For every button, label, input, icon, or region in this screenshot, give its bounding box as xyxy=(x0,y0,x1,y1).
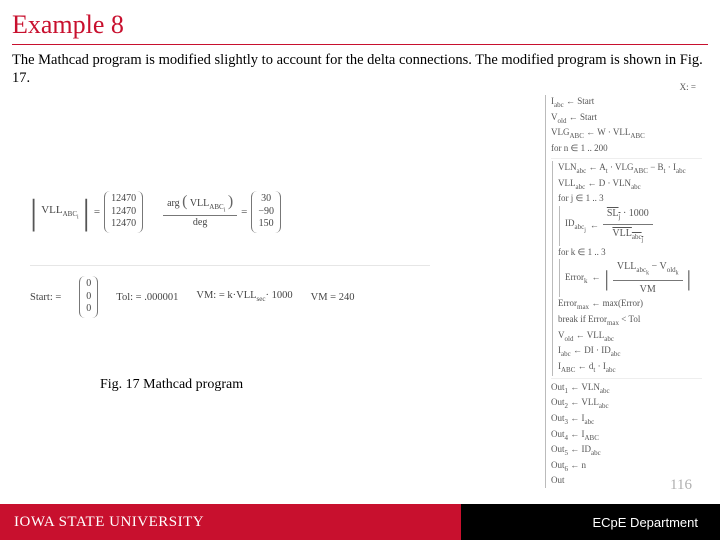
prog-line: Out2 ← VLLabc xyxy=(551,396,702,412)
prog-line: Errormax ← max(Error) xyxy=(558,297,702,313)
page-number: 116 xyxy=(670,477,692,494)
prog-line: for n ∈ 1 .. 200 xyxy=(551,142,702,156)
tol: Tol: = .000001 xyxy=(116,292,178,303)
prog-line: break if Errormax < Tol xyxy=(558,313,702,329)
figure-area: | VLLABCi | = 12470 12470 12470 arg ( VL… xyxy=(0,91,720,471)
prog-line: Vold ← Start xyxy=(551,111,702,127)
figure-caption: Fig. 17 Mathcad program xyxy=(100,377,243,393)
prog-line: VLLabc ← D · VLNabc xyxy=(558,177,702,193)
prog-line: Out1 ← VLNabc xyxy=(551,381,702,397)
prog-line: for j ∈ 1 .. 3 xyxy=(558,192,702,206)
prog-line: Iabc ← DI · IDabc xyxy=(558,344,702,360)
equals-1: = xyxy=(94,206,100,218)
start-tol-vm-row: Start: = 0 0 0 Tol: = .000001 VM: = k·VL… xyxy=(30,276,354,318)
start-vector: 0 0 0 xyxy=(79,276,98,318)
prog-line: Out3 ← Iabc xyxy=(551,412,702,428)
mathcad-program: X: = Iabc ← Start Vold ← Start VLGABC ← … xyxy=(544,81,702,488)
prog-line: Out5 ← IDabc xyxy=(551,443,702,459)
title-underline xyxy=(12,44,708,45)
prog-line: Out4 ← IABC xyxy=(551,428,702,444)
vll-magnitude-vector: 12470 12470 12470 xyxy=(104,191,143,233)
prog-line: Out6 ← n xyxy=(551,459,702,475)
vll-angle-vector: 30 −90 150 xyxy=(251,191,281,233)
prog-line: IDabcj ← SLj · 1000 VLLabcj xyxy=(565,206,702,245)
prog-line: VLNabc ← At · VLGABC − Bt · Iabc xyxy=(558,161,702,177)
prog-line: Iabc ← Start xyxy=(551,95,702,111)
vll-label: VLLABCi xyxy=(41,204,78,221)
prog-line: Errork ← | VLLabck − Voldk VM | xyxy=(565,259,702,297)
prog-line: IABC ← dt · Iabc xyxy=(558,360,702,376)
equation-vll: | VLLABCi | = 12470 12470 12470 arg ( VL… xyxy=(30,191,281,233)
prog-line: Vold ← VLLabc xyxy=(558,329,702,345)
slide-title: Example 8 xyxy=(0,0,720,44)
equals-2: = xyxy=(241,206,247,218)
vm-expr: VM: = k·VLLsec· 1000 xyxy=(196,290,292,303)
prog-header: X: = xyxy=(544,81,702,95)
footer: IOWA STATE UNIVERSITY ECpE Department xyxy=(0,504,720,540)
start-label: Start: = xyxy=(30,292,61,303)
prog-line: for k ∈ 1 .. 3 xyxy=(558,246,702,260)
vm-value: VM = 240 xyxy=(311,292,355,303)
footer-department: ECpE Department xyxy=(461,504,720,540)
abs-bar-right: | xyxy=(83,198,90,227)
arg-fraction: arg ( VLLABCi ) deg xyxy=(163,196,237,227)
prog-line: VLGABC ← W · VLLABC xyxy=(551,126,702,142)
abs-bar-left: | xyxy=(30,198,37,227)
faint-divider xyxy=(30,265,430,266)
footer-university: IOWA STATE UNIVERSITY xyxy=(0,504,461,540)
